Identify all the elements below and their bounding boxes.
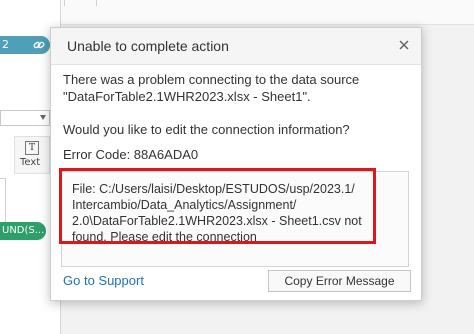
data-source-pill-label: 2: [2, 38, 9, 51]
calculated-field-pill-label: UND(S...: [2, 225, 45, 236]
text-icon: T: [25, 141, 39, 155]
data-source-pill[interactable]: 2: [0, 36, 50, 54]
edit-connection-question: Would you like to edit the connection in…: [63, 122, 350, 137]
toolbar-separator: [96, 0, 97, 6]
link-icon: [33, 41, 45, 49]
background-dropdown[interactable]: [0, 110, 50, 126]
toolbar-separator: [64, 0, 65, 6]
error-code: Error Code: 88A6ADA0: [63, 147, 199, 162]
dialog-title: Unable to complete action: [67, 38, 229, 54]
close-icon[interactable]: [397, 38, 411, 52]
error-message-line1: There was a problem connecting to the da…: [63, 72, 360, 87]
chevron-down-icon: [40, 115, 46, 120]
background-panel-box: [0, 178, 6, 226]
go-to-support-link[interactable]: Go to Support: [63, 273, 144, 288]
error-message-line2: "DataForTable2.1WHR2023.xlsx - Sheet1".: [63, 89, 311, 104]
highlight-annotation-box: [59, 168, 376, 244]
copy-error-message-button[interactable]: Copy Error Message: [268, 270, 411, 292]
background-toolbar-strip: [60, 0, 474, 25]
text-object-label: Text: [20, 157, 41, 168]
dialog-header: Unable to complete action: [51, 28, 421, 65]
text-object-tile[interactable]: T Text: [14, 136, 50, 174]
error-dialog: Unable to complete action There was a pr…: [50, 27, 422, 301]
calculated-field-pill[interactable]: UND(S...: [0, 222, 46, 240]
